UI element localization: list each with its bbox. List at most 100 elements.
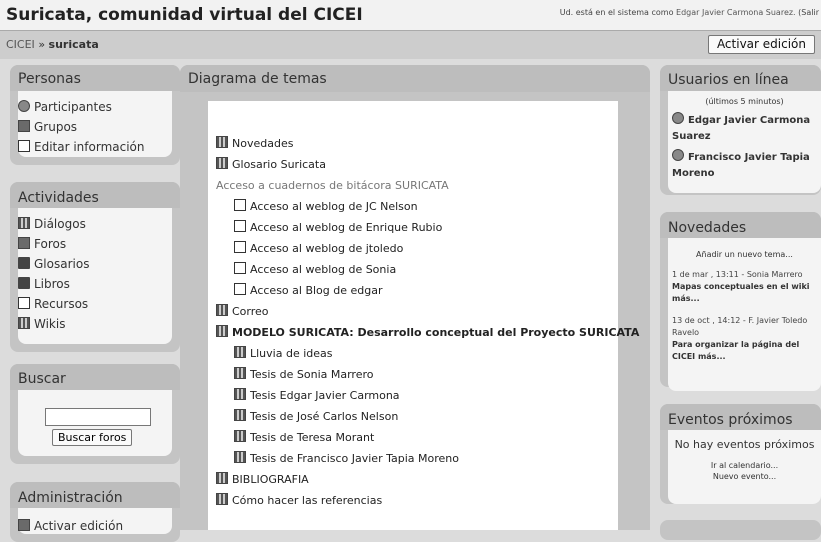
news-item: 13 de oct , 14:12 - F. Javier Toledo Rav… [672, 315, 817, 363]
topic-item[interactable]: Glosario Suricata [216, 154, 618, 175]
topic-item[interactable]: Tesis de Sonia Marrero [216, 364, 618, 385]
sidebar-item-turn-editing-on[interactable]: Activar edición [18, 516, 172, 536]
sidebar-item-edit-profile[interactable]: Editar información [18, 137, 172, 157]
activities-block-title: Actividades [10, 182, 180, 208]
online-user[interactable]: Francisco Javier Tapia Moreno [668, 145, 821, 182]
topic-item[interactable]: Cómo hacer las referencias [216, 490, 618, 511]
wikis-icon [18, 317, 30, 329]
activity-icon [216, 157, 228, 169]
topic-outline-content: Novedades Glosario Suricata Acceso a cuade… [208, 101, 639, 530]
topic-item[interactable]: Novedades [216, 133, 618, 154]
online-user[interactable]: Edgar Javier Carmona Suarez [668, 106, 821, 145]
activity-icon [216, 472, 228, 484]
online-users-block-title: Usuarios en línea [660, 65, 821, 91]
topic-item[interactable]: Acceso al weblog de Enrique Rubio [216, 217, 618, 238]
activity-icon [216, 493, 228, 505]
activity-icon [234, 409, 246, 421]
breadcrumb-separator: » [38, 38, 46, 51]
sidebar-item-participants[interactable]: Participantes [18, 97, 172, 117]
turn-editing-on-button[interactable]: Activar edición [707, 35, 815, 54]
news-item: 1 de mar , 13:11 - Sonia Marrero Mapas c… [672, 269, 817, 305]
login-info: Ud. está en el sistema como Edgar Javier… [560, 8, 819, 17]
topic-item: Acceso a cuadernos de bitácora SURICATA [216, 179, 449, 192]
edit-profile-icon [18, 140, 30, 152]
activity-icon [234, 430, 246, 442]
topic-item[interactable]: MODELO SURICATA: Desarrollo conceptual d… [216, 322, 639, 343]
no-events-text: No hay eventos próximos [674, 438, 815, 451]
user-avatar-icon [672, 112, 684, 124]
navbar: CICEI » suricata Activar edición [0, 30, 821, 59]
activities-block: Actividades Diálogos Foros Glosarios Lib… [10, 182, 180, 352]
sidebar-item-wikis[interactable]: Wikis [18, 314, 172, 334]
activity-icon [234, 388, 246, 400]
logout-link[interactable]: (Salir [798, 8, 819, 17]
upcoming-events-block-title: Eventos próximos [660, 404, 821, 430]
resource-icon [234, 262, 246, 274]
topic-item[interactable]: Acceso al weblog de Sonia [216, 259, 618, 280]
sidebar-item-groups[interactable]: Grupos [18, 117, 172, 137]
login-prefix: Ud. está en el sistema como [559, 8, 674, 17]
site-title: Suricata, comunidad virtual del CICEI [6, 5, 363, 25]
activity-icon [234, 346, 246, 358]
online-users-block: Usuarios en línea (últimos 5 minutos) Ed… [660, 65, 821, 195]
sidebar-item-dialogues[interactable]: Diálogos [18, 214, 172, 234]
topic-item[interactable]: Lluvia de ideas [216, 343, 618, 364]
search-forums-input[interactable] [45, 408, 151, 426]
activity-icon [216, 304, 228, 316]
page-header: Suricata, comunidad virtual del CICEI Ud… [0, 0, 821, 59]
news-block: Novedades Añadir un nuevo tema... 1 de m… [660, 212, 821, 391]
activity-icon [216, 136, 228, 148]
dialogues-icon [18, 217, 30, 229]
add-news-topic-link[interactable]: Añadir un nuevo tema... [672, 250, 817, 259]
upcoming-events-block: Eventos próximos No hay eventos próximos… [660, 404, 821, 504]
people-block-title: Personas [10, 65, 180, 91]
topic-item[interactable]: Acceso al weblog de JC Nelson [216, 196, 618, 217]
books-icon [18, 277, 30, 289]
edit-icon [18, 519, 30, 531]
topic-item[interactable]: BIBLIOGRAFIA [216, 469, 618, 490]
online-users-timeframe: (últimos 5 minutos) [705, 97, 784, 106]
activity-icon [234, 451, 246, 463]
search-block-title: Buscar [10, 364, 180, 390]
resource-icon [234, 241, 246, 253]
breadcrumb: CICEI » suricata [6, 38, 99, 51]
sidebar-item-resources[interactable]: Recursos [18, 294, 172, 314]
new-event-link[interactable]: Nuevo evento... [668, 472, 821, 481]
search-forums-button[interactable]: Buscar foros [52, 429, 133, 446]
topic-outline: Diagrama de temas Novedades Glosario Suri… [180, 65, 650, 530]
glossaries-icon [18, 257, 30, 269]
forums-icon [18, 237, 30, 249]
participants-icon [18, 100, 30, 112]
administration-block: Administración Activar edición [10, 482, 180, 542]
search-block: Buscar Buscar foros [10, 364, 180, 464]
resource-icon [234, 283, 246, 295]
sidebar-item-books[interactable]: Libros [18, 274, 172, 294]
sidebar-item-glossaries[interactable]: Glosarios [18, 254, 172, 274]
activity-icon [216, 325, 228, 337]
resource-icon [234, 220, 246, 232]
resources-icon [18, 297, 30, 309]
breadcrumb-current: suricata [48, 38, 99, 51]
news-block-title: Novedades [660, 212, 821, 238]
topic-item[interactable]: Tesis Edgar Javier Carmona [216, 385, 618, 406]
topic-item[interactable]: Acceso al Blog de edgar [216, 280, 618, 301]
topic-item[interactable]: Tesis de Teresa Morant [216, 427, 618, 448]
next-block [660, 520, 821, 540]
administration-block-title: Administración [10, 482, 180, 508]
topic-item[interactable]: Tesis de Francisco Javier Tapia Moreno [216, 448, 618, 469]
user-avatar-icon [672, 149, 684, 161]
topic-item[interactable]: Acceso al weblog de jtoledo [216, 238, 618, 259]
resource-icon [234, 199, 246, 211]
sidebar-item-forums[interactable]: Foros [18, 234, 172, 254]
news-item-link[interactable]: Mapas conceptuales en el wiki más... [672, 281, 817, 305]
topic-outline-title: Diagrama de temas [180, 65, 650, 92]
go-to-calendar-link[interactable]: Ir al calendario... [668, 461, 821, 470]
topic-item[interactable]: Tesis de José Carlos Nelson [216, 406, 618, 427]
topic-item[interactable]: Correo [216, 301, 618, 322]
news-item-link[interactable]: Para organizar la página del CICEI más..… [672, 339, 817, 363]
activity-icon [234, 367, 246, 379]
groups-icon [18, 120, 30, 132]
breadcrumb-root-link[interactable]: CICEI [6, 38, 35, 51]
login-user-link[interactable]: Edgar Javier Carmona Suarez. [676, 8, 796, 17]
people-block: Personas Participantes Grupos Editar inf… [10, 65, 180, 165]
